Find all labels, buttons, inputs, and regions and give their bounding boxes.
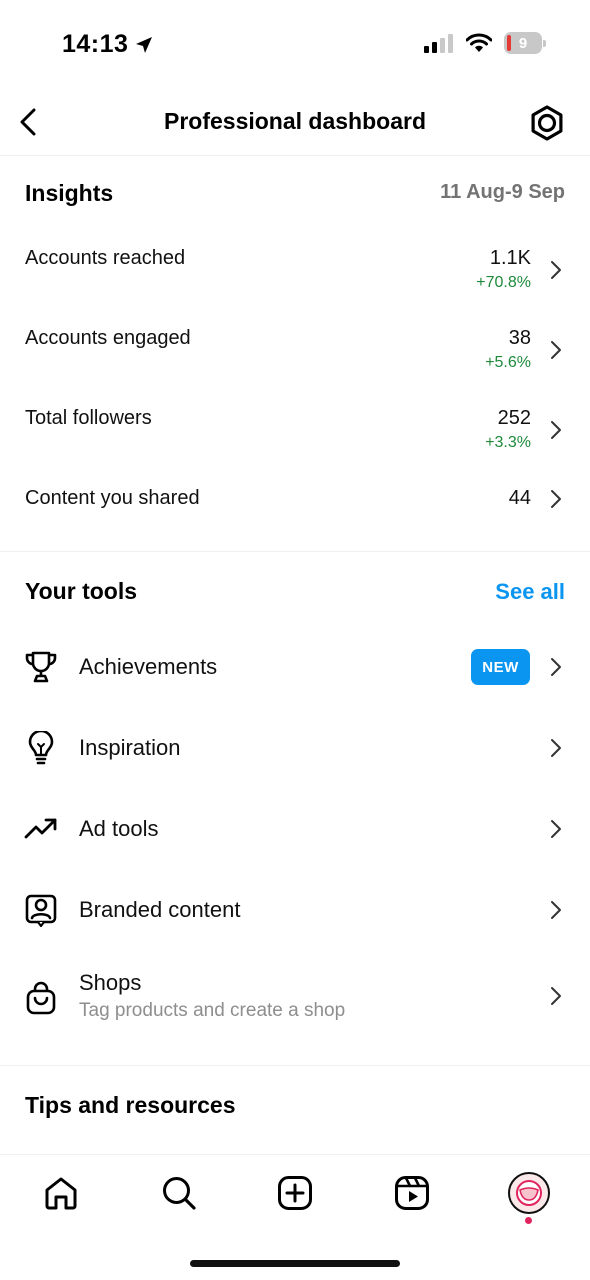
- metric-value: 252: [497, 407, 531, 429]
- tool-row-ad-tools[interactable]: Ad tools: [0, 789, 590, 869]
- tools-title: Your tools: [25, 578, 138, 604]
- tool-label: Achievements: [79, 654, 218, 679]
- tool-row-inspiration[interactable]: Inspiration: [0, 708, 590, 788]
- section-divider: [0, 1065, 590, 1066]
- lightbulb-icon: [24, 731, 58, 765]
- tool-subtitle: Tag products and create a shop: [79, 1000, 346, 1021]
- section-divider: [0, 551, 590, 552]
- notification-dot: [525, 1217, 532, 1224]
- metric-row-accounts-reached[interactable]: Accounts reached 1.1K +70.8%: [0, 236, 590, 306]
- metric-label: Accounts reached: [25, 247, 186, 269]
- chevron-right-icon: [551, 341, 561, 359]
- home-indicator: [190, 1260, 400, 1267]
- chevron-right-icon: [551, 421, 561, 439]
- metric-row-total-followers[interactable]: Total followers 252 +3.3%: [0, 396, 590, 466]
- shopping-bag-icon: [24, 981, 58, 1015]
- settings-icon: [531, 105, 563, 141]
- insights-date-range: 11 Aug-9 Sep: [440, 181, 565, 203]
- chevron-right-icon: [551, 261, 561, 279]
- trophy-icon: [24, 650, 58, 684]
- metric-label: Total followers: [25, 407, 152, 429]
- chevron-right-icon: [551, 901, 561, 919]
- settings-button[interactable]: [528, 104, 566, 142]
- metric-change: +70.8%: [476, 274, 531, 291]
- tool-label: Inspiration: [79, 735, 181, 760]
- metric-change: +5.6%: [485, 354, 531, 371]
- branded-content-icon: [24, 893, 58, 927]
- tool-label: Shops: [79, 970, 142, 995]
- search-icon: [163, 1177, 196, 1210]
- metric-value: 1.1K: [489, 247, 531, 269]
- see-all-link[interactable]: See all: [495, 579, 565, 605]
- battery-tip: [543, 40, 546, 47]
- nav-create[interactable]: [273, 1171, 317, 1215]
- chevron-right-icon: [551, 739, 561, 757]
- tool-row-branded-content[interactable]: Branded content: [0, 870, 590, 950]
- status-indicators: 9: [424, 32, 546, 54]
- metric-value: 38: [508, 327, 531, 349]
- tool-label: Ad tools: [79, 816, 159, 841]
- nav-home[interactable]: [39, 1171, 83, 1215]
- header: Professional dashboard: [0, 90, 590, 156]
- chevron-right-icon: [551, 490, 561, 508]
- metric-value: 44: [508, 487, 531, 509]
- home-icon: [45, 1177, 77, 1210]
- chevron-right-icon: [551, 987, 561, 1005]
- status-bar: 14:13 9: [0, 0, 590, 90]
- trending-up-icon: [24, 812, 58, 846]
- create-icon: [278, 1176, 312, 1210]
- nav-profile[interactable]: [507, 1171, 551, 1215]
- tool-row-achievements[interactable]: Achievements NEW: [0, 627, 590, 707]
- nav-reels[interactable]: [390, 1171, 434, 1215]
- status-time: 14:13: [62, 30, 154, 59]
- battery-fill: [507, 35, 511, 51]
- location-arrow-icon: [136, 36, 153, 53]
- tool-row-shops[interactable]: Shops Tag products and create a shop: [0, 955, 590, 1045]
- chevron-right-icon: [551, 820, 561, 838]
- status-time-text: 14:13: [62, 30, 129, 58]
- cellular-signal-icon: [424, 34, 453, 53]
- profile-avatar: [508, 1172, 550, 1214]
- metric-row-accounts-engaged[interactable]: Accounts engaged 38 +5.6%: [0, 316, 590, 386]
- insights-title: Insights: [25, 180, 114, 206]
- reels-icon: [395, 1176, 429, 1210]
- chevron-right-icon: [551, 658, 561, 676]
- page-title: Professional dashboard: [163, 108, 426, 134]
- battery-level: 9: [518, 34, 528, 52]
- new-badge: NEW: [471, 649, 530, 685]
- metric-label: Content you shared: [25, 487, 200, 509]
- battery-icon: 9: [504, 32, 546, 54]
- nav-search[interactable]: [157, 1171, 201, 1215]
- metric-row-content-shared[interactable]: Content you shared 44: [0, 476, 590, 546]
- tips-title: Tips and resources: [25, 1092, 236, 1118]
- metric-change: +3.3%: [485, 434, 531, 451]
- wifi-icon: [466, 33, 492, 52]
- tool-label: Branded content: [79, 897, 241, 922]
- metric-label: Accounts engaged: [25, 327, 191, 349]
